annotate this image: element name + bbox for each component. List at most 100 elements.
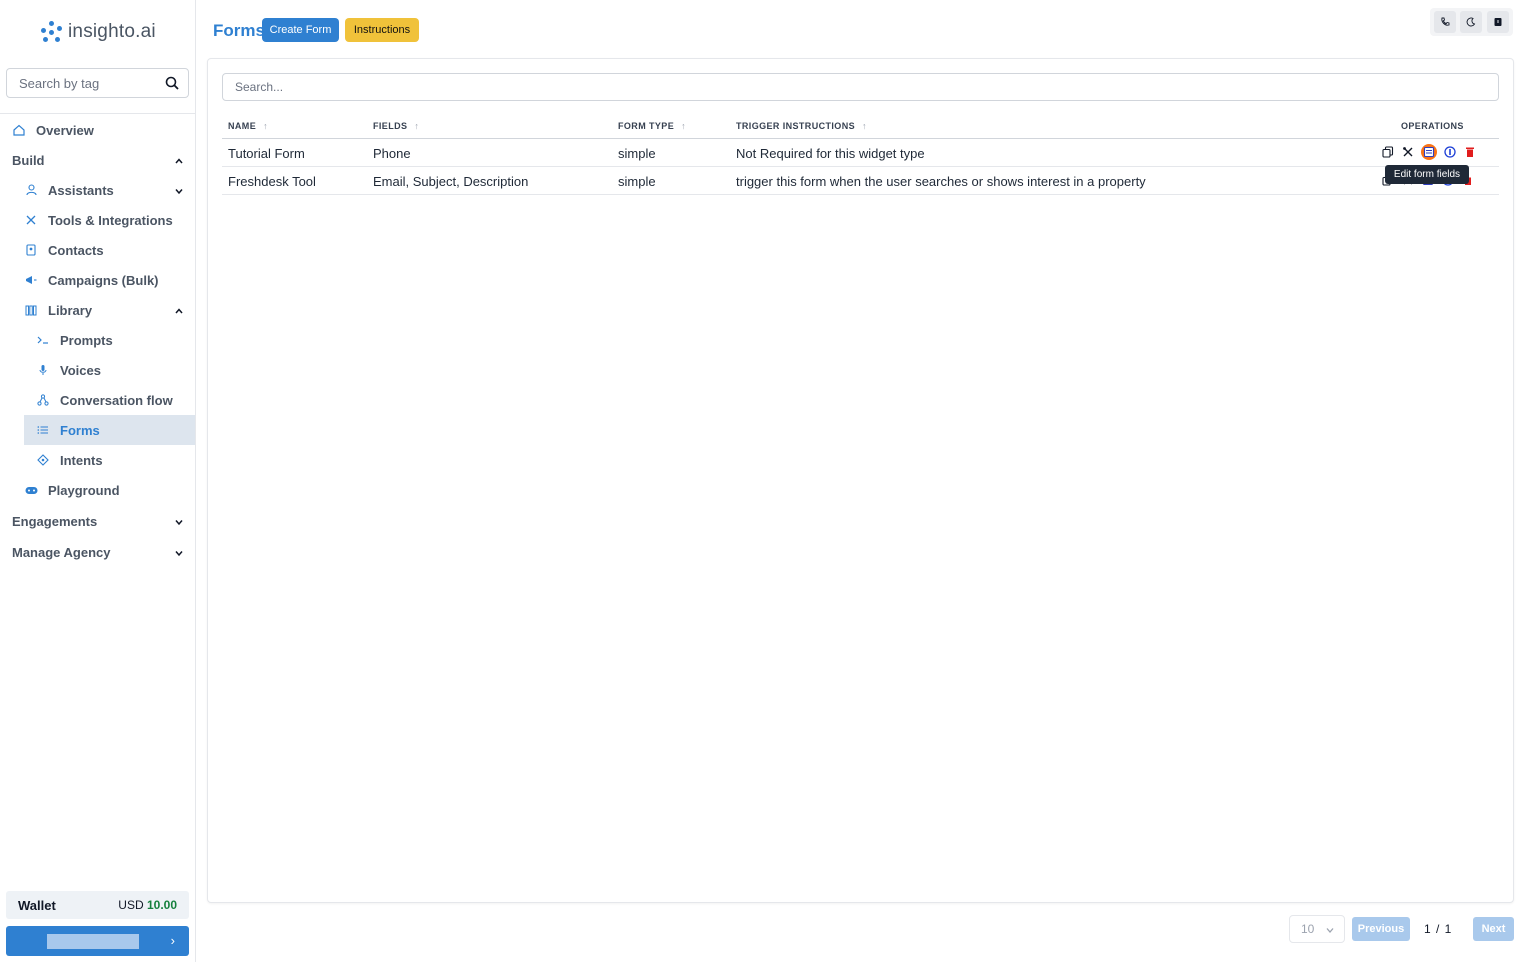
sidebar-item-label: Conversation flow	[60, 392, 173, 408]
sidebar-section-engagements[interactable]: Engagements	[12, 506, 184, 536]
page-size-value: 10	[1301, 922, 1315, 936]
sidebar-item-label: Assistants	[48, 182, 114, 198]
chevron-up-icon	[174, 304, 184, 319]
copy-icon[interactable]	[1381, 145, 1395, 159]
sidebar-item-contacts[interactable]: Contacts	[24, 235, 104, 265]
brand-name: insighto.ai	[68, 21, 156, 42]
chevron-right-icon: ›	[170, 933, 175, 948]
sidebar-item-library[interactable]: Library	[24, 295, 184, 325]
logo-mark-icon	[40, 21, 62, 43]
sidebar-item-playground[interactable]: Playground	[24, 475, 120, 505]
list-icon	[36, 423, 50, 437]
cell-trigger: trigger this form when the user searches…	[736, 174, 1146, 189]
sort-arrow-icon[interactable]: ↑	[263, 121, 268, 131]
sidebar-item-label: Overview	[36, 122, 94, 138]
sidebar-item-tools[interactable]: Tools & Integrations	[24, 205, 173, 235]
sidebar-divider	[0, 113, 195, 114]
library-icon	[24, 303, 38, 317]
sidebar-section-label: Build	[12, 152, 45, 168]
chevron-down-icon	[1325, 924, 1335, 938]
edit-form-fields-tooltip: Edit form fields	[1385, 165, 1469, 184]
sort-arrow-icon[interactable]: ↑	[862, 121, 867, 131]
search-icon[interactable]	[165, 76, 179, 95]
cell-form-type: simple	[618, 146, 656, 161]
wallet-currency: USD	[118, 898, 144, 912]
cell-trigger: Not Required for this widget type	[736, 146, 925, 161]
cell-name: Tutorial Form	[228, 146, 305, 161]
page-indicator: 1 / 1	[1424, 922, 1453, 936]
tools-icon[interactable]	[1401, 145, 1415, 159]
column-header-form-type[interactable]: FORM TYPE ↑	[618, 121, 686, 131]
next-page-button[interactable]: Next	[1473, 917, 1514, 941]
sidebar-item-label: Campaigns (Bulk)	[48, 272, 159, 288]
chevron-down-icon	[174, 184, 184, 199]
sidebar-section-build[interactable]: Build	[12, 145, 184, 175]
sidebar-item-forms[interactable]: Forms	[36, 415, 100, 445]
sidebar-item-label: Tools & Integrations	[48, 212, 173, 228]
sidebar-section-label: Manage Agency	[12, 544, 111, 560]
chevron-up-icon	[174, 154, 184, 169]
create-form-button[interactable]: Create Form	[262, 18, 339, 42]
tag-search-input[interactable]	[19, 75, 159, 91]
column-header-name[interactable]: NAME ↑	[228, 121, 268, 131]
row-divider	[222, 166, 1499, 167]
sidebar-item-assistants[interactable]: Assistants	[24, 175, 184, 205]
user-icon	[24, 183, 38, 197]
sidebar-item-campaigns[interactable]: Campaigns (Bulk)	[24, 265, 159, 295]
tools-icon	[24, 213, 38, 227]
phone-icon[interactable]	[1434, 11, 1457, 33]
column-header-operations: OPERATIONS	[1401, 121, 1464, 131]
contacts-icon	[24, 243, 38, 257]
column-header-label: OPERATIONS	[1401, 121, 1464, 131]
instructions-button[interactable]: Instructions	[345, 18, 419, 42]
sidebar-item-label: Intents	[60, 452, 103, 468]
help-icon[interactable]	[1486, 11, 1509, 33]
table-header-divider	[222, 138, 1499, 139]
target-icon	[36, 453, 50, 467]
chevron-down-icon	[174, 546, 184, 561]
microphone-icon	[36, 363, 50, 377]
sidebar-item-conversation-flow[interactable]: Conversation flow	[36, 385, 173, 415]
tag-search-box	[6, 68, 189, 98]
page-size-select[interactable]: 10	[1289, 915, 1345, 943]
sidebar-section-label: Engagements	[12, 513, 98, 529]
row-operations	[1381, 144, 1483, 160]
wallet-panel[interactable]: Wallet USD 10.00	[6, 891, 189, 919]
cell-name: Freshdesk Tool	[228, 174, 316, 189]
sidebar-item-label: Library	[48, 302, 93, 318]
sidebar-item-prompts[interactable]: Prompts	[36, 325, 113, 355]
wallet-label: Wallet	[18, 897, 56, 913]
cell-fields: Phone	[373, 146, 411, 161]
top-toolbar	[1430, 8, 1513, 36]
sidebar-item-label: Forms	[60, 422, 100, 438]
sidebar-item-overview[interactable]: Overview	[12, 115, 94, 145]
gamepad-icon	[24, 483, 38, 497]
sidebar-item-intents[interactable]: Intents	[36, 445, 103, 475]
row-divider	[222, 194, 1499, 195]
column-header-trigger[interactable]: TRIGGER INSTRUCTIONS ↑	[736, 121, 867, 131]
megaphone-icon	[24, 273, 38, 287]
page-title: Forms	[213, 21, 265, 40]
info-icon[interactable]	[1443, 145, 1457, 159]
moon-icon[interactable]	[1460, 11, 1483, 33]
sidebar-item-label: Voices	[60, 362, 101, 378]
chevron-down-icon	[174, 515, 184, 530]
wallet-amount: 10.00	[146, 898, 177, 912]
edit-form-fields-icon[interactable]	[1421, 144, 1437, 160]
sidebar-item-voices[interactable]: Voices	[36, 355, 101, 385]
sidebar-section-manage-agency[interactable]: Manage Agency	[12, 537, 184, 567]
brand-logo[interactable]: insighto.ai	[40, 21, 156, 43]
delete-icon[interactable]	[1463, 145, 1477, 159]
sort-arrow-icon[interactable]: ↑	[681, 121, 686, 131]
terminal-icon	[36, 333, 50, 347]
account-name-redacted	[47, 934, 139, 949]
column-header-label: NAME	[228, 121, 257, 131]
account-button[interactable]: ›	[6, 926, 189, 956]
sort-arrow-icon[interactable]: ↑	[414, 121, 419, 131]
forms-search-input[interactable]	[222, 73, 1499, 101]
previous-page-button[interactable]: Previous	[1352, 917, 1410, 941]
sidebar-item-label: Contacts	[48, 242, 104, 258]
column-header-fields[interactable]: FIELDS ↑	[373, 121, 419, 131]
cell-fields: Email, Subject, Description	[373, 174, 529, 189]
flow-icon	[36, 393, 50, 407]
